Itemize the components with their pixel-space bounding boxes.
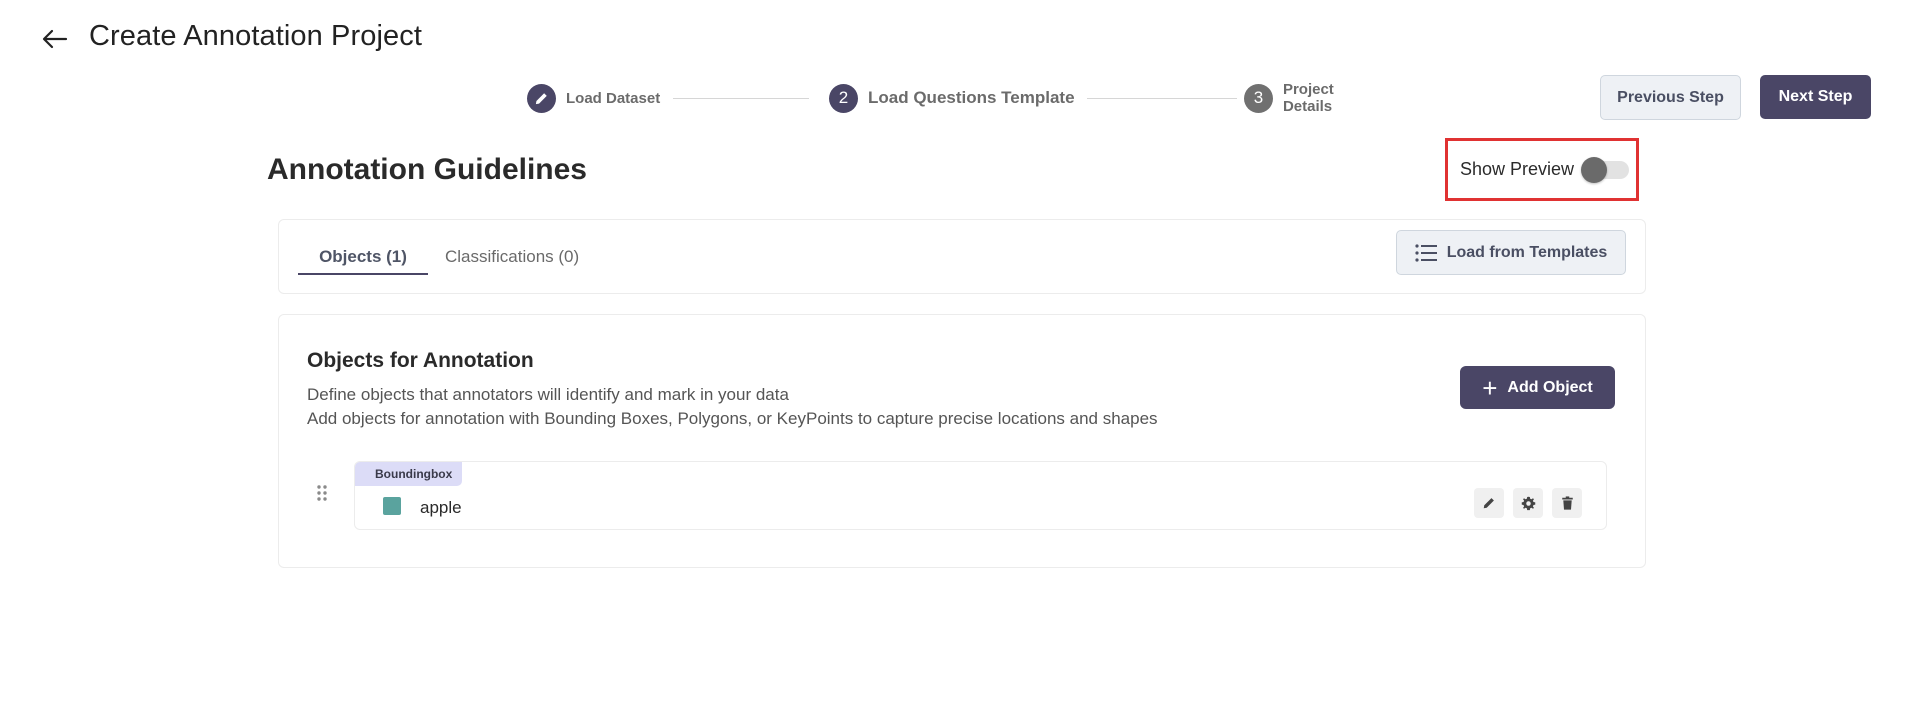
load-from-templates-label: Load from Templates [1446, 243, 1608, 261]
step-load-dataset[interactable]: Load Dataset [527, 83, 660, 113]
gear-icon [1521, 496, 1535, 510]
step-label: Load Dataset [566, 89, 661, 107]
step-complete-marker [527, 83, 556, 113]
section-title: Annotation Guidelines [267, 153, 587, 186]
toggle-knob [1581, 156, 1608, 183]
edit-button[interactable] [1474, 488, 1504, 518]
arrow-left-icon [42, 29, 68, 49]
page-title: Create Annotation Project [89, 20, 422, 52]
step-connector [673, 98, 809, 99]
show-preview-toggle[interactable] [1581, 156, 1630, 183]
list-item: Boundingbox apple [354, 461, 1607, 530]
step-connector [1087, 98, 1237, 99]
show-preview-label: Show Preview [1460, 159, 1575, 179]
pencil-icon [1483, 498, 1494, 509]
step-load-questions-template[interactable]: 2 Load Questions Template [829, 83, 1075, 113]
tab-classifications[interactable]: Classifications (0) [445, 220, 579, 294]
objects-description: Define objects that annotators will iden… [307, 385, 789, 404]
previous-step-button[interactable]: Previous Step [1600, 75, 1741, 120]
objects-title: Objects for Annotation [307, 349, 534, 372]
next-step-button[interactable]: Next Step [1760, 75, 1871, 119]
tab-label: Classifications (0) [445, 247, 580, 266]
add-object-label: Add Object [1507, 378, 1593, 396]
load-from-templates-button[interactable]: Load from Templates [1396, 230, 1626, 275]
delete-button[interactable] [1552, 488, 1582, 518]
add-object-button[interactable]: + Add Object [1460, 366, 1615, 409]
step-label: Load Questions Template [868, 88, 1075, 107]
list-icon [1415, 243, 1437, 262]
step-number: 2 [829, 83, 858, 113]
object-name: apple [420, 498, 462, 517]
objects-card: Objects for Annotation Define objects th… [278, 314, 1646, 568]
step-label: Project Details [1282, 81, 1334, 115]
step-number: 3 [1244, 83, 1273, 113]
show-preview-control: Show Preview [1445, 138, 1639, 201]
pencil-icon [535, 92, 547, 104]
plus-icon: + [1482, 372, 1498, 403]
drag-handle-icon[interactable] [316, 484, 328, 502]
tab-label: Objects (1) [319, 247, 407, 266]
tab-objects[interactable]: Objects (1) [298, 220, 428, 294]
back-button[interactable] [38, 22, 72, 56]
objects-description: Add objects for annotation with Bounding… [307, 409, 1158, 428]
object-color-swatch[interactable] [383, 497, 401, 515]
active-tab-indicator [298, 273, 428, 275]
object-type-badge: Boundingbox [355, 462, 463, 486]
settings-button[interactable] [1513, 488, 1543, 518]
stepper: Load Dataset 2 Load Questions Template 3… [527, 81, 1387, 115]
row-actions [1474, 488, 1582, 518]
trash-icon [1561, 496, 1573, 510]
step-project-details[interactable]: 3 Project Details [1244, 81, 1387, 115]
tabs-card: Objects (1) Classifications (0) Load fro… [278, 219, 1646, 294]
